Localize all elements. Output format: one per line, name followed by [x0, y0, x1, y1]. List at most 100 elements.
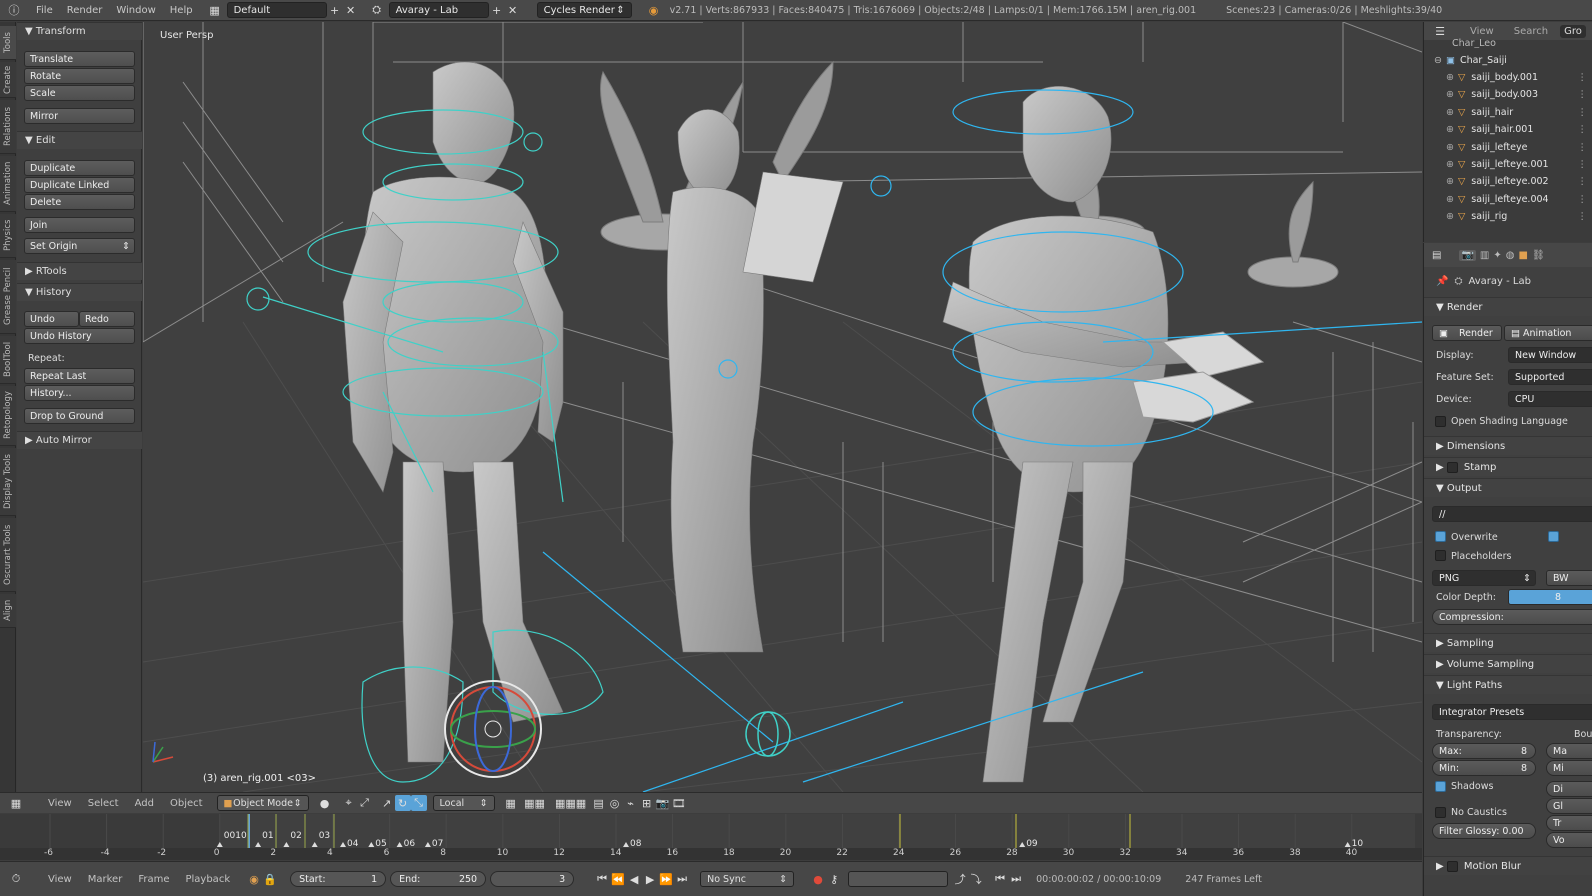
timeline-marker[interactable] [311, 842, 318, 847]
file-format-select[interactable]: PNG ⇕ [1432, 570, 1536, 586]
menu-playback[interactable]: Playback [185, 874, 230, 885]
layers-tab-icon[interactable]: ▥ [1480, 250, 1489, 261]
add-scene-icon[interactable]: + [489, 2, 505, 18]
expand-icon[interactable]: ⊕ [1446, 194, 1454, 205]
expand-icon[interactable]: ⊕ [1446, 72, 1454, 83]
menu-tl-view[interactable]: View [48, 874, 72, 885]
timeline-marker[interactable] [1019, 842, 1026, 847]
transform-orientation-select[interactable]: Local ⇕ [432, 795, 495, 811]
delete-keyframe-icon[interactable]: ⤵ [968, 871, 984, 887]
end-frame-field[interactable]: End: 250 [390, 871, 487, 887]
render-engine-select[interactable]: Cycles Render ⇕ [536, 2, 632, 18]
prev-keyframe-icon[interactable]: ⏪ [610, 871, 626, 887]
proportional-icon[interactable]: ◎ [607, 795, 623, 811]
menu-render[interactable]: Render [67, 5, 103, 16]
menu-view[interactable]: View [48, 798, 72, 809]
expand-icon[interactable]: ⊕ [1446, 107, 1454, 118]
outliner-item[interactable]: ⊕ ▽ saiji_hair ⋮ [1424, 104, 1592, 121]
undo-history-button[interactable]: Undo History [24, 328, 135, 344]
sync-mode-select[interactable]: No Sync ⇕ [700, 871, 795, 887]
timeline-marker[interactable] [368, 842, 375, 847]
menu-marker[interactable]: Marker [88, 874, 123, 885]
drop-to-ground-button[interactable]: Drop to Ground [24, 408, 135, 424]
animation-button[interactable]: ▤ Animation [1504, 325, 1592, 341]
start-frame-field[interactable]: Start: 1 [290, 871, 387, 887]
menu-file[interactable]: File [36, 5, 53, 16]
snap-icon[interactable]: ⌁ [623, 795, 639, 811]
keying-icon[interactable]: ⚷ [826, 871, 842, 887]
history-panel-header[interactable]: ▼ History [17, 283, 142, 301]
remove-layout-icon[interactable]: ✕ [343, 2, 359, 18]
display-select[interactable]: New Window [1508, 347, 1592, 363]
timeline-marker[interactable] [283, 842, 290, 847]
scene-icon[interactable]: ⛭ [369, 2, 385, 18]
translate-manipulator-icon[interactable]: ↗ [379, 795, 395, 811]
restrict-icon[interactable]: ⋮ [1578, 159, 1588, 170]
play-icon[interactable]: ▶ [642, 871, 658, 887]
bounces-max-field[interactable]: Ma [1546, 743, 1592, 759]
editor-type-icon[interactable]: ▦ [8, 795, 24, 811]
restrict-icon[interactable]: ⋮ [1578, 176, 1588, 187]
layout-selector[interactable]: Default [226, 2, 327, 18]
pivot-icon[interactable]: ⌖ [341, 795, 357, 811]
sampling-panel-header[interactable]: ▶ Sampling [1424, 633, 1592, 652]
motion-blur-panel-header[interactable]: ▶ Motion Blur [1424, 856, 1592, 875]
auto-mirror-panel-header[interactable]: ▶ Auto Mirror [17, 431, 142, 449]
delete-button[interactable]: Delete [24, 194, 135, 210]
timeline-marker[interactable] [216, 842, 223, 847]
scale-button[interactable]: Scale [24, 85, 135, 101]
menu-add[interactable]: Add [135, 798, 154, 809]
collapse-icon[interactable]: ⊖ [1434, 55, 1442, 66]
tab-animation[interactable]: Animation [0, 156, 16, 212]
snap-element-icon[interactable]: ⊞ [639, 795, 655, 811]
manipulator-icon[interactable]: ⤢ [357, 795, 373, 811]
menu-help[interactable]: Help [170, 5, 193, 16]
tab-tools[interactable]: Tools [0, 26, 16, 60]
menu-object[interactable]: Object [170, 798, 203, 809]
remove-scene-icon[interactable]: ✕ [505, 2, 521, 18]
world-tab-icon[interactable]: ◍ [1506, 250, 1515, 261]
transform-panel-header[interactable]: ▼ Transform [17, 22, 142, 40]
feature-set-select[interactable]: Supported [1508, 369, 1592, 385]
timeline-marker[interactable] [255, 842, 262, 847]
mirror-button[interactable]: Mirror [24, 108, 135, 124]
expand-icon[interactable]: ⊕ [1446, 142, 1454, 153]
next-keyframe-icon[interactable]: ⏩ [658, 871, 674, 887]
tab-oscurart-tools[interactable]: Oscurart Tools [0, 518, 16, 592]
timeline-marker[interactable] [424, 842, 431, 847]
scale-manipulator-icon[interactable]: ⤡ [410, 795, 427, 811]
output-panel-header[interactable]: ▼ Output [1424, 478, 1592, 497]
no-caustics-checkbox[interactable] [1435, 807, 1446, 818]
diffuse-field[interactable]: Di [1546, 781, 1592, 797]
timeline-marker[interactable] [623, 842, 629, 847]
keying-set-field[interactable] [848, 871, 949, 887]
integrator-presets-select[interactable]: Integrator Presets [1432, 704, 1592, 720]
translate-button[interactable]: Translate [24, 51, 135, 67]
outliner-item[interactable]: ⊕ ▽ saiji_lefteye.001 ⋮ [1424, 156, 1592, 173]
opengl-anim-icon[interactable]: 🎞 [671, 795, 687, 811]
timeline-marker[interactable] [1344, 842, 1351, 847]
join-button[interactable]: Join [24, 217, 135, 233]
layers-icon[interactable]: ▦ [503, 795, 519, 811]
restrict-icon[interactable]: ⋮ [1578, 194, 1588, 205]
layer-grid-icon-2[interactable]: ▦▦▦ [551, 795, 591, 811]
rotate-button[interactable]: Rotate [24, 68, 135, 84]
play-reverse-icon[interactable]: ◀ [626, 871, 642, 887]
outliner-item[interactable]: ⊕ ▽ saiji_lefteye.004 ⋮ [1424, 191, 1592, 208]
restrict-icon[interactable]: ⋮ [1578, 124, 1588, 135]
next-marker-icon[interactable]: ⏭ [1008, 871, 1024, 887]
outliner-display-mode[interactable]: Gro [1560, 24, 1586, 38]
redo-button[interactable]: Redo [79, 311, 135, 327]
osl-checkbox[interactable] [1435, 416, 1446, 427]
outliner-item[interactable]: ⊕ ▽ saiji_hair.001 ⋮ [1424, 121, 1592, 138]
current-frame-field[interactable]: 3 [490, 871, 575, 887]
color-icon[interactable]: ◉ [246, 871, 262, 887]
tab-physics[interactable]: Physics [0, 214, 16, 258]
set-origin-button[interactable]: Set Origin ⇕ [24, 238, 135, 254]
tab-relations[interactable]: Relations [0, 100, 16, 154]
device-select[interactable]: CPU [1508, 391, 1592, 407]
menu-select[interactable]: Select [88, 798, 119, 809]
layout-icon[interactable]: ▦ [207, 2, 223, 18]
tab-grease-pencil[interactable]: Grease Pencil [0, 260, 16, 334]
menu-window[interactable]: Window [116, 5, 155, 16]
